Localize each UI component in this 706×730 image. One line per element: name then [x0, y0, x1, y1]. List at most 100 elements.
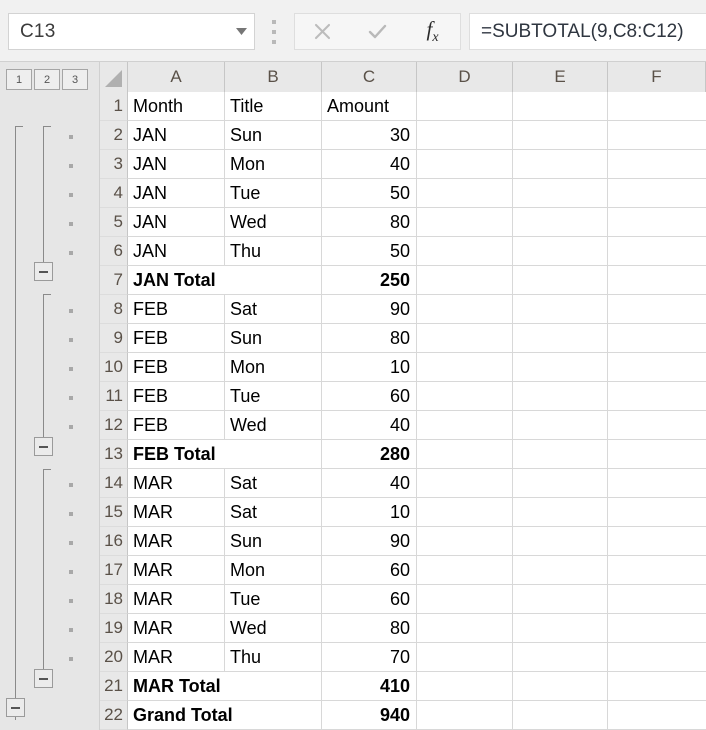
cell-B6[interactable]: Thu: [225, 237, 322, 266]
cell-B19[interactable]: Wed: [225, 614, 322, 643]
cell-B8[interactable]: Sat: [225, 295, 322, 324]
cell-F20[interactable]: [608, 643, 706, 672]
cell-B2[interactable]: Sun: [225, 121, 322, 150]
cell-C21[interactable]: 410: [322, 672, 417, 701]
cell-F15[interactable]: [608, 498, 706, 527]
cell-C19[interactable]: 80: [322, 614, 417, 643]
cell-E9[interactable]: [513, 324, 608, 353]
cell-D17[interactable]: [417, 556, 513, 585]
cell-E21[interactable]: [513, 672, 608, 701]
cell-E3[interactable]: [513, 150, 608, 179]
cell-C13[interactable]: 280: [322, 440, 417, 469]
cell-A12[interactable]: FEB: [128, 411, 225, 440]
cell-F22[interactable]: [608, 701, 706, 730]
cell-E17[interactable]: [513, 556, 608, 585]
row-header-13[interactable]: 13: [100, 440, 128, 469]
cell-C6[interactable]: 50: [322, 237, 417, 266]
cell-F12[interactable]: [608, 411, 706, 440]
cell-C1[interactable]: Amount: [322, 92, 417, 121]
checkmark-icon[interactable]: [350, 14, 405, 49]
row-header-20[interactable]: 20: [100, 643, 128, 672]
row-header-16[interactable]: 16: [100, 527, 128, 556]
cell-F5[interactable]: [608, 208, 706, 237]
cell-B10[interactable]: Mon: [225, 353, 322, 382]
cell-A11[interactable]: FEB: [128, 382, 225, 411]
cell-D16[interactable]: [417, 527, 513, 556]
column-header-a[interactable]: A: [128, 62, 225, 92]
cell-B4[interactable]: Tue: [225, 179, 322, 208]
cell-C14[interactable]: 40: [322, 469, 417, 498]
cell-A22[interactable]: Grand Total: [128, 701, 322, 730]
row-header-1[interactable]: 1: [100, 92, 128, 121]
column-header-d[interactable]: D: [417, 62, 513, 92]
cell-B20[interactable]: Thu: [225, 643, 322, 672]
row-header-10[interactable]: 10: [100, 353, 128, 382]
row-header-14[interactable]: 14: [100, 469, 128, 498]
cell-D8[interactable]: [417, 295, 513, 324]
cell-F17[interactable]: [608, 556, 706, 585]
row-header-15[interactable]: 15: [100, 498, 128, 527]
cell-C4[interactable]: 50: [322, 179, 417, 208]
cell-E22[interactable]: [513, 701, 608, 730]
row-header-19[interactable]: 19: [100, 614, 128, 643]
cell-F10[interactable]: [608, 353, 706, 382]
cell-D15[interactable]: [417, 498, 513, 527]
cell-D13[interactable]: [417, 440, 513, 469]
cell-D10[interactable]: [417, 353, 513, 382]
cell-E13[interactable]: [513, 440, 608, 469]
cell-A2[interactable]: JAN: [128, 121, 225, 150]
cell-D4[interactable]: [417, 179, 513, 208]
row-header-9[interactable]: 9: [100, 324, 128, 353]
cell-C7[interactable]: 250: [322, 266, 417, 295]
column-header-c[interactable]: C: [322, 62, 417, 92]
cell-E8[interactable]: [513, 295, 608, 324]
formula-input[interactable]: =SUBTOTAL(9,C8:C12): [469, 13, 706, 50]
cell-A20[interactable]: MAR: [128, 643, 225, 672]
row-header-6[interactable]: 6: [100, 237, 128, 266]
cell-E18[interactable]: [513, 585, 608, 614]
cell-A13[interactable]: FEB Total: [128, 440, 322, 469]
cell-D3[interactable]: [417, 150, 513, 179]
cell-F16[interactable]: [608, 527, 706, 556]
fx-insert-function-icon[interactable]: fx: [405, 14, 460, 49]
collapse-button-row-7[interactable]: [34, 262, 53, 281]
row-header-11[interactable]: 11: [100, 382, 128, 411]
chevron-down-icon[interactable]: [228, 14, 254, 49]
cell-F6[interactable]: [608, 237, 706, 266]
cell-E4[interactable]: [513, 179, 608, 208]
collapse-button-row-13[interactable]: [34, 437, 53, 456]
cell-F2[interactable]: [608, 121, 706, 150]
cell-A21[interactable]: MAR Total: [128, 672, 322, 701]
cell-F7[interactable]: [608, 266, 706, 295]
cell-C3[interactable]: 40: [322, 150, 417, 179]
cell-B18[interactable]: Tue: [225, 585, 322, 614]
outline-level-3-button[interactable]: 3: [62, 69, 88, 90]
row-header-12[interactable]: 12: [100, 411, 128, 440]
cell-B5[interactable]: Wed: [225, 208, 322, 237]
cell-C12[interactable]: 40: [322, 411, 417, 440]
cell-E14[interactable]: [513, 469, 608, 498]
row-header-2[interactable]: 2: [100, 121, 128, 150]
cell-A4[interactable]: JAN: [128, 179, 225, 208]
row-header-21[interactable]: 21: [100, 672, 128, 701]
cell-B9[interactable]: Sun: [225, 324, 322, 353]
cell-F8[interactable]: [608, 295, 706, 324]
column-header-b[interactable]: B: [225, 62, 322, 92]
cell-D1[interactable]: [417, 92, 513, 121]
row-header-8[interactable]: 8: [100, 295, 128, 324]
cell-E6[interactable]: [513, 237, 608, 266]
cell-C11[interactable]: 60: [322, 382, 417, 411]
cell-C20[interactable]: 70: [322, 643, 417, 672]
cell-A18[interactable]: MAR: [128, 585, 225, 614]
cell-F3[interactable]: [608, 150, 706, 179]
cell-F4[interactable]: [608, 179, 706, 208]
cell-C5[interactable]: 80: [322, 208, 417, 237]
cell-C8[interactable]: 90: [322, 295, 417, 324]
name-box[interactable]: C13: [8, 13, 255, 50]
cell-C15[interactable]: 10: [322, 498, 417, 527]
cell-F18[interactable]: [608, 585, 706, 614]
cell-E5[interactable]: [513, 208, 608, 237]
cell-A9[interactable]: FEB: [128, 324, 225, 353]
cell-A17[interactable]: MAR: [128, 556, 225, 585]
cell-E7[interactable]: [513, 266, 608, 295]
